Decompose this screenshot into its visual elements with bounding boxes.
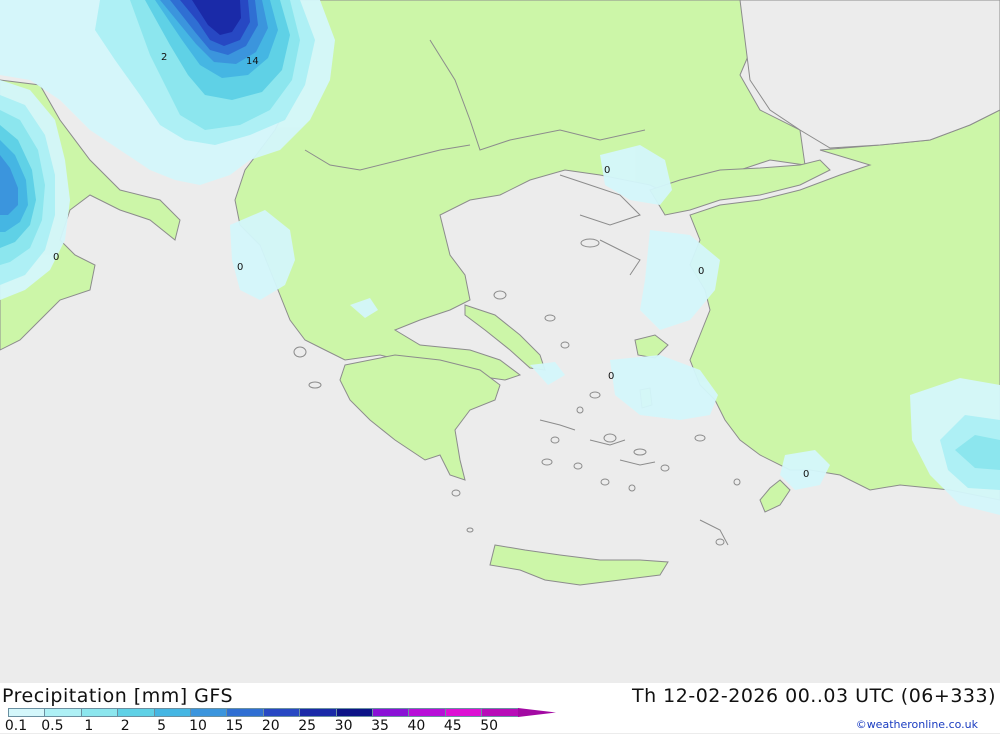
legend-tick-label: 5 <box>157 718 167 734</box>
credit-link[interactable]: ©weatheronline.co.uk <box>856 718 978 731</box>
contour-label: 2 <box>161 52 167 63</box>
island <box>293 346 307 358</box>
legend-swatch <box>262 708 301 717</box>
legend-tick-label: 10 <box>189 718 207 734</box>
island <box>633 448 647 456</box>
legend-tick-label: 45 <box>443 718 462 734</box>
island <box>560 341 570 349</box>
island <box>715 538 725 546</box>
contour-label: 0 <box>698 266 704 277</box>
island <box>550 436 560 444</box>
legend-tick-label: 30 <box>334 718 353 734</box>
island <box>544 314 556 322</box>
legend-swatch <box>335 708 373 717</box>
legend-swatch <box>444 708 483 717</box>
contour-label: 14 <box>246 56 259 67</box>
precipitation-map: 2 14 0 0 0 0 0 0 <box>0 0 1000 683</box>
legend-tick-label: 1 <box>84 718 94 734</box>
island <box>600 478 610 486</box>
legend-swatch <box>299 708 337 717</box>
map-footer: Precipitation [mm] GFS Th 12-02-2026 00.… <box>0 683 1000 734</box>
legend-swatch <box>153 708 191 717</box>
map-title: Precipitation [mm] GFS <box>2 685 234 707</box>
island <box>628 484 636 492</box>
legend-swatch <box>408 708 446 717</box>
island <box>541 458 553 466</box>
island <box>576 406 584 414</box>
legend-tick-label: 35 <box>371 718 389 734</box>
legend-swatch <box>8 708 46 717</box>
island <box>733 478 741 486</box>
legend-swatch <box>44 708 82 717</box>
contour-label: 0 <box>237 262 243 273</box>
valid-time: Th 12-02-2026 00..03 UTC (06+333) <box>631 685 996 707</box>
island <box>660 464 670 472</box>
contour-label: 0 <box>608 371 614 382</box>
legend-arrow <box>517 708 556 717</box>
contour-label: 0 <box>803 469 809 480</box>
legend-tick-label: 0.1 <box>4 718 28 734</box>
island <box>694 434 706 442</box>
island <box>308 381 322 389</box>
legend-tick-label: 15 <box>225 718 244 734</box>
island <box>603 433 617 443</box>
legend-tick-label: 20 <box>261 718 280 734</box>
island <box>589 391 601 399</box>
island <box>580 238 600 248</box>
legend-tick-label: 40 <box>407 718 426 734</box>
legend-tick-label: 0.5 <box>41 718 64 734</box>
legend-swatch <box>80 708 119 717</box>
legend-tick-label: 50 <box>480 718 499 734</box>
contour-label: 0 <box>53 252 59 263</box>
island <box>451 489 461 497</box>
legend-tick-label: 2 <box>120 718 130 734</box>
island <box>573 462 583 470</box>
island <box>493 290 507 300</box>
legend-swatch <box>226 708 264 717</box>
legend-swatch <box>372 708 410 717</box>
island <box>466 527 474 533</box>
contour-label: 0 <box>604 165 610 176</box>
legend-swatch <box>481 708 519 717</box>
legend-swatch <box>190 708 228 717</box>
legend-swatch <box>117 708 155 717</box>
legend-tick-label: 25 <box>298 718 317 734</box>
